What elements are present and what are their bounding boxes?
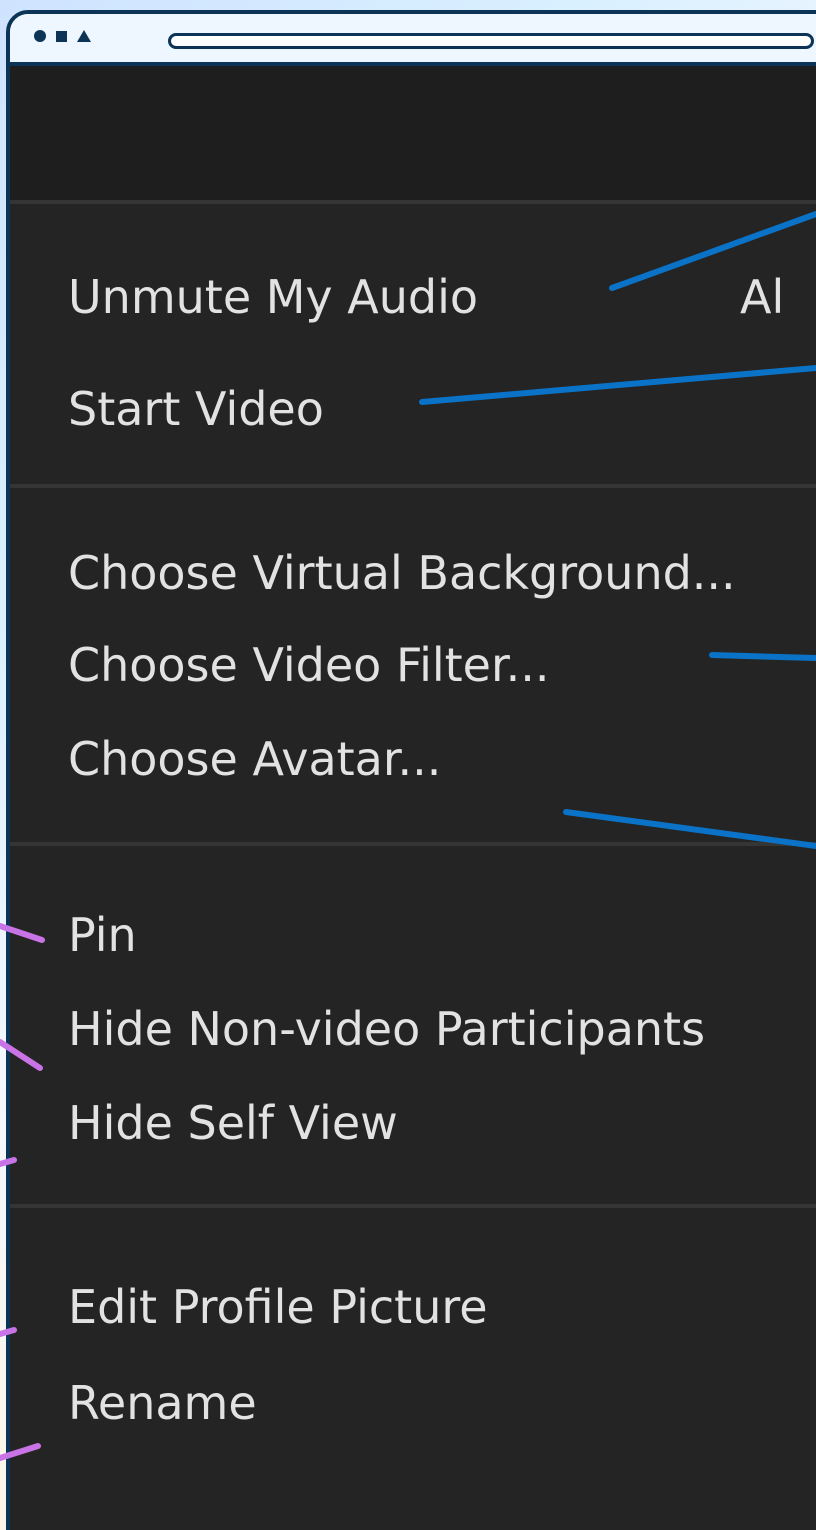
menu-item-unmute-my-audio[interactable]: Unmute My Audio: [68, 274, 478, 320]
menu-item-hide-non-video-participants[interactable]: Hide Non-video Participants: [68, 1006, 705, 1052]
window-title-bar: [10, 14, 816, 66]
menu-item-start-video[interactable]: Start Video: [68, 386, 324, 432]
menu-divider: [10, 1204, 816, 1208]
menu-item-choose-virtual-background[interactable]: Choose Virtual Background...: [68, 550, 736, 596]
page: Unmute My Audio Al Start Video Choose Vi…: [0, 0, 816, 1530]
menu-item-pin[interactable]: Pin: [68, 912, 137, 958]
menu-item-hide-self-view[interactable]: Hide Self View: [68, 1100, 398, 1146]
context-menu: Unmute My Audio Al Start Video Choose Vi…: [10, 66, 816, 1530]
unmute-shortcut: Al: [740, 270, 785, 324]
square-icon[interactable]: [56, 30, 67, 42]
address-bar[interactable]: [168, 33, 814, 49]
menu-divider: [10, 842, 816, 846]
triangle-icon[interactable]: [77, 30, 91, 42]
menu-divider: [10, 200, 816, 204]
menu-header: [10, 66, 816, 200]
menu-item-rename[interactable]: Rename: [68, 1380, 257, 1426]
menu-item-choose-video-filter[interactable]: Choose Video Filter...: [68, 642, 550, 688]
menu-item-edit-profile-picture[interactable]: Edit Profile Picture: [68, 1284, 488, 1330]
menu-item-choose-avatar[interactable]: Choose Avatar...: [68, 736, 441, 782]
window-controls: [34, 30, 91, 42]
window-frame: Unmute My Audio Al Start Video Choose Vi…: [6, 10, 816, 1530]
circle-icon[interactable]: [34, 30, 46, 42]
menu-divider: [10, 484, 816, 488]
